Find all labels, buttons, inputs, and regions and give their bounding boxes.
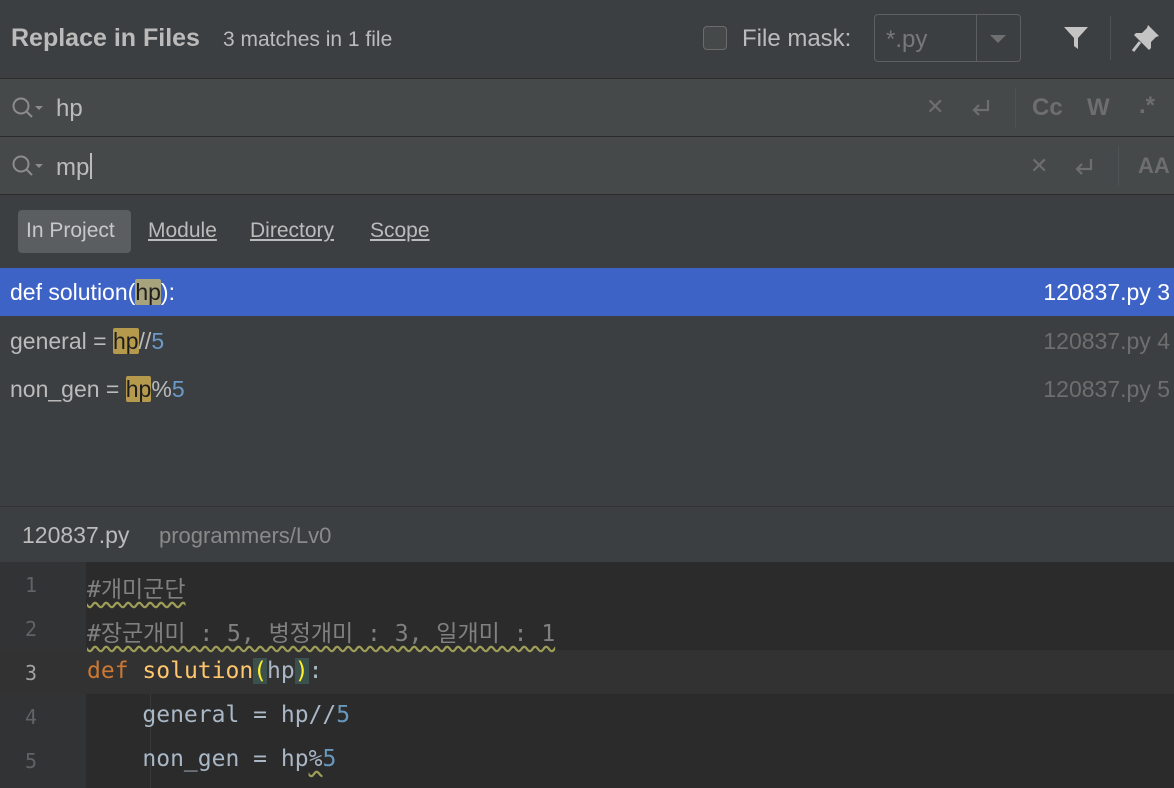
text-caret xyxy=(90,153,92,179)
replace-input[interactable]: mp xyxy=(56,153,92,182)
match-case-toggle[interactable]: Cc xyxy=(1032,94,1063,122)
line-number: 1 xyxy=(24,573,38,597)
line-number: 5 xyxy=(24,749,38,773)
header-divider xyxy=(1110,16,1111,60)
scope-tab-scope[interactable]: Scope xyxy=(370,219,430,243)
code-line: non_gen = hp%5 xyxy=(142,746,337,772)
search-options-divider xyxy=(1015,88,1016,128)
result-file-location: 120837.py 4 xyxy=(1043,328,1170,354)
scope-tab-directory[interactable]: Directory xyxy=(250,219,334,243)
scope-tab-module[interactable]: Module xyxy=(148,219,217,243)
search-input[interactable]: hp xyxy=(56,95,83,123)
replace-input-value: mp xyxy=(56,154,90,181)
line-number: 2 xyxy=(24,617,38,641)
match-highlight: hp xyxy=(135,279,161,305)
combo-separator xyxy=(976,15,977,61)
file-mask-label[interactable]: File mask: xyxy=(742,25,851,53)
match-summary: 3 matches in 1 file xyxy=(223,28,393,51)
result-file-location: 120837.py 5 xyxy=(1043,376,1170,402)
code-line: general = hp//5 xyxy=(142,702,351,728)
result-snippet: def solution(hp): xyxy=(10,279,175,305)
preview-file-path: programmers/Lv0 xyxy=(159,523,332,548)
clear-icon[interactable]: ✕ xyxy=(1030,153,1048,179)
dialog-title: Replace in Files xyxy=(11,24,200,52)
chevron-down-icon[interactable] xyxy=(990,35,1006,43)
result-row[interactable]: non_gen = hp%5 120837.py 5 xyxy=(0,365,1174,413)
result-row[interactable]: def solution(hp): 120837.py 3 xyxy=(0,268,1174,316)
clear-icon[interactable]: ✕ xyxy=(926,94,944,120)
match-highlight: hp xyxy=(125,376,152,402)
whole-words-toggle[interactable]: W xyxy=(1087,94,1110,122)
newline-icon[interactable] xyxy=(1069,155,1099,179)
code-line: def solution(hp): xyxy=(87,658,323,684)
line-number: 4 xyxy=(24,705,38,729)
replace-options-divider xyxy=(1118,146,1119,186)
code-line: #개미군단 xyxy=(87,577,186,603)
file-mask-checkbox[interactable] xyxy=(703,26,727,50)
preview-file-name: 120837.py xyxy=(22,522,130,548)
code-line: #장군개미 : 5, 병정개미 : 3, 일개미 : 1 xyxy=(87,621,556,647)
line-number: 3 xyxy=(24,661,38,685)
search-icon[interactable] xyxy=(11,154,45,178)
filter-icon[interactable] xyxy=(1062,24,1090,52)
pin-icon[interactable] xyxy=(1130,22,1162,54)
preserve-case-toggle[interactable]: AA xyxy=(1138,153,1170,179)
match-highlight: hp xyxy=(112,328,139,354)
replace-field[interactable] xyxy=(0,137,1174,195)
result-snippet: general = hp//5 xyxy=(10,328,165,354)
scope-tab-in-project[interactable]: In Project xyxy=(26,219,115,243)
file-mask-value: *.py xyxy=(886,26,928,53)
search-icon[interactable] xyxy=(11,96,45,120)
newline-icon[interactable] xyxy=(966,96,996,120)
result-row[interactable]: general = hp//5 120837.py 4 xyxy=(0,317,1174,365)
result-file-location: 120837.py 3 xyxy=(1043,279,1170,305)
regex-toggle[interactable]: .* xyxy=(1139,92,1155,120)
search-field[interactable] xyxy=(0,79,1174,137)
result-snippet: non_gen = hp%5 xyxy=(10,376,185,402)
